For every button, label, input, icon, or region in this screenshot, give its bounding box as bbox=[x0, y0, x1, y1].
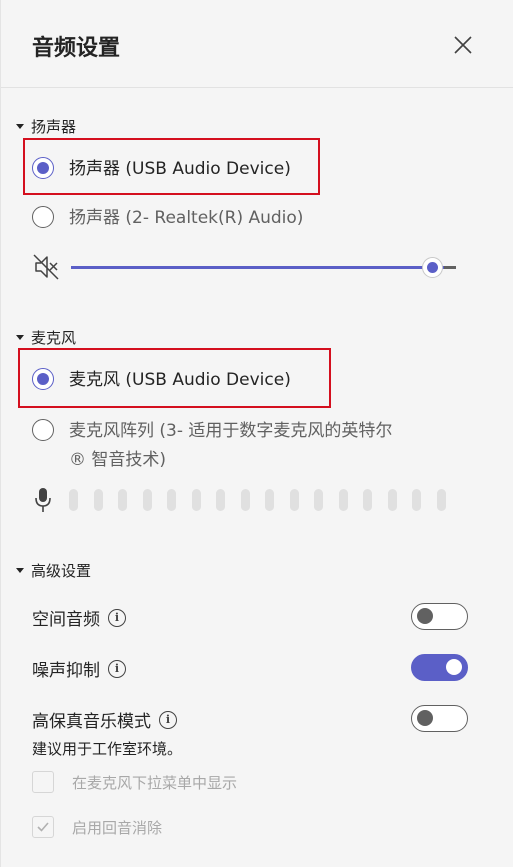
checkmark-icon bbox=[37, 822, 49, 832]
volume-slider-track[interactable] bbox=[71, 266, 456, 269]
echo-cancellation-label: 启用回音消除 bbox=[72, 818, 163, 837]
show-in-mic-dropdown-option[interactable]: 在麦克风下拉菜单中显示 bbox=[32, 771, 237, 793]
echo-cancellation-option[interactable]: 启用回音消除 bbox=[32, 816, 162, 838]
advanced-section-label: 高级设置 bbox=[31, 562, 92, 580]
volume-slider-remaining bbox=[444, 266, 456, 269]
speaker-option-realtek[interactable]: 扬声器 (2- Realtek(R) Audio) bbox=[32, 206, 303, 230]
mic-level-bar bbox=[338, 489, 348, 511]
mic-level-bar bbox=[289, 489, 299, 511]
microphone-option-array[interactable]: 麦克风阵列 (3- 适用于数字麦克风的英特尔 ® 智音技术) bbox=[32, 417, 392, 475]
speaker-option-label: 扬声器 (2- Realtek(R) Audio) bbox=[69, 208, 304, 228]
mic-level-bar bbox=[216, 489, 225, 511]
audio-settings-panel: 音频设置 扬声器 扬声器 (USB Audio Device) 扬声器 (2- … bbox=[0, 0, 513, 867]
microphone-section-label: 麦克风 bbox=[31, 329, 77, 347]
mic-level-bar bbox=[118, 489, 127, 511]
show-in-mic-dropdown-label: 在麦克风下拉菜单中显示 bbox=[72, 773, 238, 792]
mic-level-meter bbox=[69, 489, 446, 511]
caret-down-icon bbox=[16, 568, 24, 573]
spatial-audio-row: 空间音频 i bbox=[32, 605, 126, 630]
mic-level-bar bbox=[191, 489, 201, 511]
speaker-section-label: 扬声器 bbox=[31, 118, 77, 136]
mic-level-bar bbox=[265, 489, 274, 511]
microphone-option-label: 麦克风 (USB Audio Device) bbox=[69, 370, 291, 390]
mic-level-bar bbox=[142, 489, 152, 511]
mic-level-bar bbox=[69, 489, 78, 511]
hifi-music-row: 高保真音乐模式 i bbox=[32, 707, 177, 732]
hifi-music-toggle[interactable] bbox=[411, 705, 468, 732]
microphone-icon bbox=[35, 488, 51, 512]
hifi-music-label: 高保真音乐模式 bbox=[32, 712, 151, 732]
close-icon bbox=[454, 36, 472, 54]
info-icon[interactable]: i bbox=[108, 659, 126, 678]
close-button[interactable] bbox=[449, 31, 477, 59]
speaker-section-toggle[interactable]: 扬声器 bbox=[16, 116, 76, 137]
speaker-option-label: 扬声器 (USB Audio Device) bbox=[69, 159, 291, 179]
mic-level-bar bbox=[412, 489, 421, 511]
mic-level-bar bbox=[167, 489, 176, 511]
checkbox-disabled[interactable] bbox=[32, 771, 54, 793]
caret-down-icon bbox=[16, 335, 24, 340]
mic-level-bar bbox=[240, 489, 250, 511]
page-title: 音频设置 bbox=[32, 36, 121, 61]
radio-unselected[interactable] bbox=[32, 419, 54, 441]
panel-header: 音频设置 bbox=[1, 0, 513, 88]
caret-down-icon bbox=[16, 124, 24, 129]
spatial-audio-toggle[interactable] bbox=[411, 603, 468, 630]
info-icon[interactable]: i bbox=[159, 710, 177, 729]
mic-level-bar bbox=[387, 489, 397, 511]
microphone-option-label: 麦克风阵列 (3- 适用于数字麦克风的英特尔 ® 智音技术) bbox=[69, 417, 392, 475]
checkbox-checked-disabled[interactable] bbox=[32, 816, 54, 838]
speaker-mute-icon[interactable] bbox=[32, 253, 60, 281]
mic-level-bar bbox=[363, 489, 372, 511]
mic-level-bar bbox=[93, 489, 103, 511]
mic-level-bar bbox=[314, 489, 323, 511]
speaker-option-usb[interactable]: 扬声器 (USB Audio Device) bbox=[32, 157, 291, 181]
microphone-option-label-line2: ® 智音技术) bbox=[69, 450, 167, 470]
microphone-option-label-line1: 麦克风阵列 (3- 适用于数字麦克风的英特尔 bbox=[69, 421, 393, 441]
noise-suppression-label: 噪声抑制 bbox=[32, 661, 100, 681]
spatial-audio-label: 空间音频 bbox=[32, 610, 100, 630]
info-icon[interactable]: i bbox=[108, 608, 126, 627]
microphone-section-toggle[interactable]: 麦克风 bbox=[16, 327, 76, 348]
mic-level-bar bbox=[436, 489, 446, 511]
radio-selected[interactable] bbox=[32, 157, 54, 179]
noise-suppression-toggle[interactable] bbox=[411, 654, 468, 681]
microphone-option-usb[interactable]: 麦克风 (USB Audio Device) bbox=[32, 368, 291, 392]
radio-selected[interactable] bbox=[32, 368, 54, 390]
hifi-music-note: 建议用于工作室环境。 bbox=[32, 740, 183, 758]
noise-suppression-row: 噪声抑制 i bbox=[32, 656, 126, 681]
advanced-section-toggle[interactable]: 高级设置 bbox=[16, 560, 91, 581]
radio-unselected[interactable] bbox=[32, 206, 54, 228]
volume-slider-thumb[interactable] bbox=[422, 257, 443, 278]
